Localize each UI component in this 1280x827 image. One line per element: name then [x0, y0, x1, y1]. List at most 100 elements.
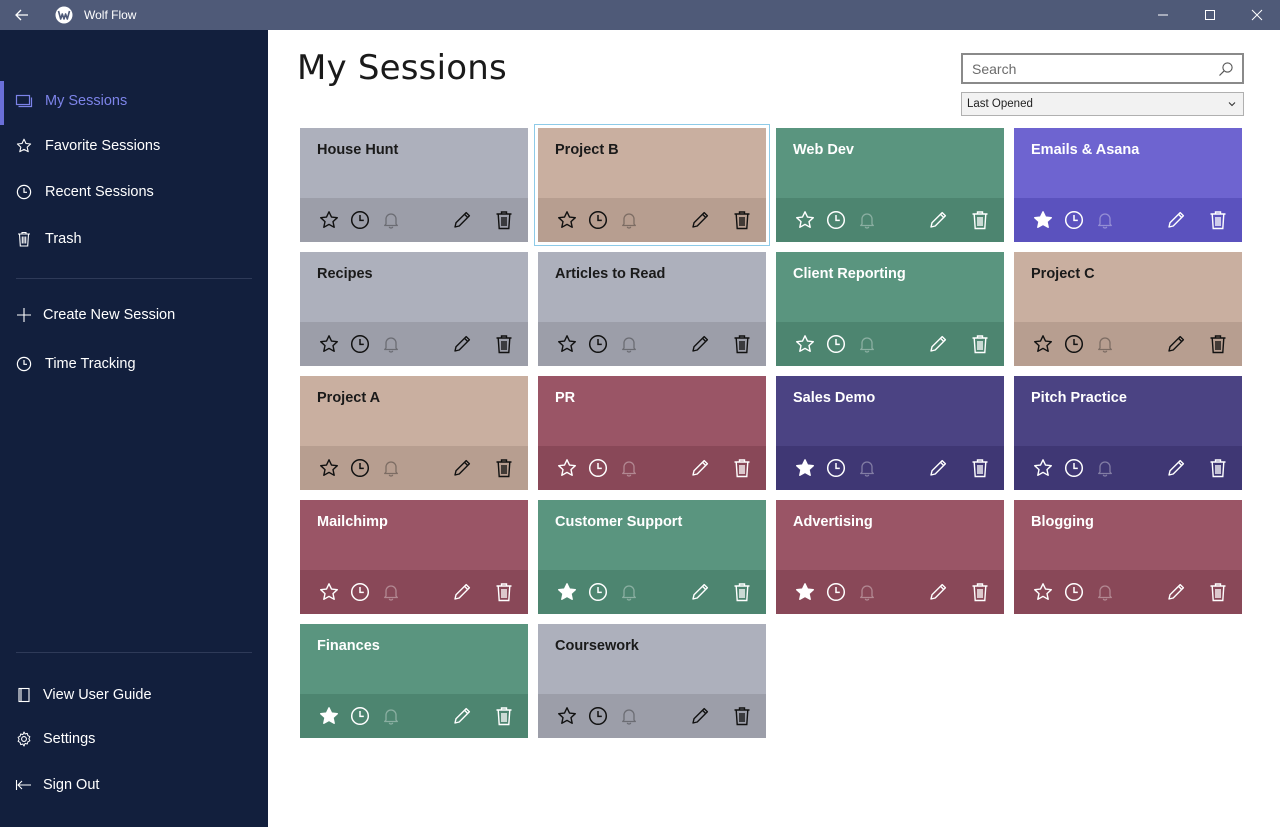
maximize-button[interactable] — [1186, 0, 1233, 30]
session-card[interactable]: Advertising — [776, 500, 1004, 614]
session-card[interactable]: Coursework — [538, 624, 766, 738]
star-filled-icon[interactable] — [318, 705, 340, 727]
session-card-header[interactable] — [300, 376, 528, 446]
trash-icon[interactable] — [1207, 457, 1229, 479]
pencil-icon[interactable] — [689, 705, 711, 727]
pencil-icon[interactable] — [927, 209, 949, 231]
session-card[interactable]: Recipes — [300, 252, 528, 366]
session-card[interactable]: Articles to Read — [538, 252, 766, 366]
trash-icon[interactable] — [969, 209, 991, 231]
session-card-header[interactable] — [300, 624, 528, 694]
bell-icon[interactable] — [856, 457, 878, 479]
trash-icon[interactable] — [493, 705, 515, 727]
session-card-header[interactable] — [776, 252, 1004, 322]
session-card[interactable]: House Hunt — [300, 128, 528, 242]
session-card[interactable]: Mailchimp — [300, 500, 528, 614]
trash-icon[interactable] — [731, 209, 753, 231]
bell-icon[interactable] — [380, 209, 402, 231]
bell-icon[interactable] — [1094, 457, 1116, 479]
pencil-icon[interactable] — [927, 457, 949, 479]
trash-icon[interactable] — [493, 209, 515, 231]
session-card-header[interactable] — [1014, 500, 1242, 570]
session-card-header[interactable] — [538, 376, 766, 446]
session-card-header[interactable] — [300, 252, 528, 322]
search-box[interactable] — [961, 53, 1244, 84]
trash-icon[interactable] — [731, 457, 753, 479]
star-filled-icon[interactable] — [794, 457, 816, 479]
trash-icon[interactable] — [493, 457, 515, 479]
session-card-header[interactable] — [776, 376, 1004, 446]
pencil-icon[interactable] — [1165, 209, 1187, 231]
bell-icon[interactable] — [856, 333, 878, 355]
star-icon[interactable] — [556, 209, 578, 231]
pencil-icon[interactable] — [689, 581, 711, 603]
pencil-icon[interactable] — [451, 333, 473, 355]
search-input[interactable] — [963, 55, 1203, 82]
trash-icon[interactable] — [493, 333, 515, 355]
session-card-header[interactable] — [300, 500, 528, 570]
pencil-icon[interactable] — [927, 333, 949, 355]
clock-icon[interactable] — [1063, 581, 1085, 603]
star-icon[interactable] — [1032, 333, 1054, 355]
search-icon[interactable] — [1218, 61, 1234, 77]
bell-icon[interactable] — [856, 581, 878, 603]
sidebar-item-my-sessions[interactable]: My Sessions — [0, 81, 268, 125]
pencil-icon[interactable] — [689, 209, 711, 231]
sidebar-item-view-user-guide[interactable]: View User Guide — [0, 675, 268, 715]
star-icon[interactable] — [318, 457, 340, 479]
bell-icon[interactable] — [618, 457, 640, 479]
minimize-button[interactable] — [1139, 0, 1186, 30]
clock-icon[interactable] — [349, 333, 371, 355]
bell-icon[interactable] — [380, 457, 402, 479]
bell-icon[interactable] — [618, 333, 640, 355]
session-card[interactable]: Web Dev — [776, 128, 1004, 242]
bell-icon[interactable] — [380, 581, 402, 603]
bell-icon[interactable] — [618, 705, 640, 727]
bell-icon[interactable] — [1094, 333, 1116, 355]
back-button[interactable] — [0, 0, 44, 30]
trash-icon[interactable] — [493, 581, 515, 603]
session-card[interactable]: Project A — [300, 376, 528, 490]
star-icon[interactable] — [318, 209, 340, 231]
star-icon[interactable] — [556, 457, 578, 479]
session-card[interactable]: Emails & Asana — [1014, 128, 1242, 242]
clock-icon[interactable] — [1063, 457, 1085, 479]
pencil-icon[interactable] — [451, 209, 473, 231]
clock-icon[interactable] — [1063, 333, 1085, 355]
sidebar-item-sign-out[interactable]: Sign Out — [0, 765, 268, 805]
trash-icon[interactable] — [1207, 209, 1229, 231]
pencil-icon[interactable] — [451, 457, 473, 479]
trash-icon[interactable] — [731, 333, 753, 355]
session-card-header[interactable] — [538, 500, 766, 570]
sort-dropdown[interactable]: Last Opened — [961, 92, 1244, 116]
bell-icon[interactable] — [856, 209, 878, 231]
pencil-icon[interactable] — [927, 581, 949, 603]
clock-icon[interactable] — [587, 457, 609, 479]
pencil-icon[interactable] — [451, 581, 473, 603]
close-button[interactable] — [1233, 0, 1280, 30]
clock-icon[interactable] — [825, 209, 847, 231]
trash-icon[interactable] — [1207, 581, 1229, 603]
session-card-header[interactable] — [1014, 128, 1242, 198]
star-filled-icon[interactable] — [1032, 209, 1054, 231]
pencil-icon[interactable] — [451, 705, 473, 727]
clock-icon[interactable] — [587, 333, 609, 355]
sidebar-item-settings[interactable]: Settings — [0, 719, 268, 759]
pencil-icon[interactable] — [1165, 457, 1187, 479]
session-card[interactable]: Customer Support — [538, 500, 766, 614]
session-card-header[interactable] — [776, 128, 1004, 198]
session-card[interactable]: Pitch Practice — [1014, 376, 1242, 490]
trash-icon[interactable] — [969, 333, 991, 355]
session-card[interactable]: Blogging — [1014, 500, 1242, 614]
star-icon[interactable] — [556, 705, 578, 727]
star-icon[interactable] — [318, 333, 340, 355]
star-icon[interactable] — [794, 333, 816, 355]
session-card[interactable]: Sales Demo — [776, 376, 1004, 490]
star-icon[interactable] — [1032, 457, 1054, 479]
star-filled-icon[interactable] — [794, 581, 816, 603]
sidebar-item-favorite-sessions[interactable]: Favorite Sessions — [0, 126, 268, 166]
star-filled-icon[interactable] — [556, 581, 578, 603]
bell-icon[interactable] — [380, 705, 402, 727]
bell-icon[interactable] — [1094, 209, 1116, 231]
pencil-icon[interactable] — [689, 333, 711, 355]
